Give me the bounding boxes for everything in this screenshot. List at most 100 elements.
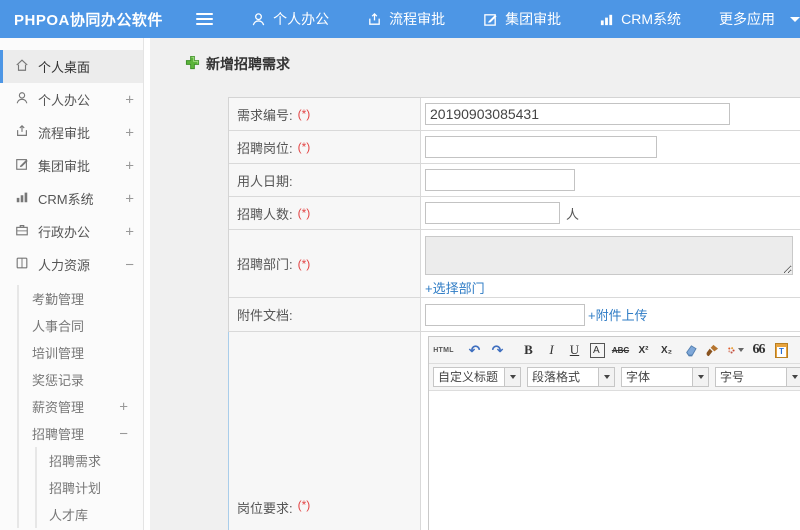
demand-code-input[interactable]: [425, 103, 730, 125]
caret-down-icon[interactable]: [692, 368, 708, 386]
sidebar-item-label: 个人桌面: [38, 60, 91, 75]
upload-attachment-link[interactable]: +附件上传: [588, 305, 648, 324]
nav-more-apps[interactable]: 更多应用: [719, 9, 800, 29]
sidebar-item-talent-pool[interactable]: 人才库: [37, 501, 150, 528]
collapse-toggle[interactable]: −: [119, 425, 128, 442]
paragraph-format-select[interactable]: 段落格式: [527, 367, 615, 387]
edit-icon: [483, 12, 498, 27]
editor-toolbar-row1: HTML ↶ ↷ B I U A ABC X² X₂ 66 T: [429, 337, 800, 364]
sidebar-item-hr[interactable]: 人力资源 −: [0, 248, 150, 281]
department-textarea[interactable]: [425, 236, 793, 275]
sidebar-item-hr-contract[interactable]: 人事合同: [19, 312, 150, 339]
sidebar-item-recruit-plan[interactable]: 招聘计划: [37, 474, 150, 501]
sidebar-item-personal-desktop[interactable]: 个人桌面: [0, 50, 150, 83]
top-navbar: PHPOA协同办公软件 个人办公 流程审批 集团审批 CRM系统 更多应用: [0, 0, 800, 38]
form-row-department: 招聘部门: (*) +选择部门: [229, 230, 800, 298]
select-department-link[interactable]: +选择部门: [425, 278, 485, 297]
undo-icon[interactable]: ↶: [464, 340, 485, 361]
form-row-headcount: 招聘人数: (*) 人: [229, 197, 800, 230]
required-mark: (*): [297, 498, 311, 512]
sidebar-item-workflow-approval[interactable]: 流程审批 +: [0, 116, 150, 149]
field-label: 岗位要求:: [237, 501, 293, 516]
bar-chart-icon: [15, 190, 29, 207]
sidebar-item-label: 人事合同: [32, 319, 85, 334]
required-mark: (*): [297, 206, 311, 220]
field-label: 用人日期:: [237, 173, 293, 189]
sidebar-item-label: 集团审批: [38, 159, 91, 174]
sidebar-item-training[interactable]: 培训管理: [19, 339, 150, 366]
expand-toggle[interactable]: +: [125, 157, 134, 174]
expand-toggle[interactable]: +: [125, 124, 134, 141]
expand-toggle[interactable]: +: [125, 91, 134, 108]
hire-date-input[interactable]: [425, 169, 575, 191]
nav-personal-office[interactable]: 个人办公: [251, 9, 329, 29]
caret-down-icon[interactable]: [504, 368, 520, 386]
eraser-icon[interactable]: [679, 340, 700, 361]
blockquote-button[interactable]: 66: [748, 340, 769, 361]
font-family-select[interactable]: 字体: [621, 367, 709, 387]
edit-icon: [15, 157, 29, 174]
sidebar-scrollbar[interactable]: [143, 38, 150, 530]
headcount-input[interactable]: [425, 202, 560, 224]
page-title-text: 新增招聘需求: [206, 56, 290, 72]
strikethrough-button[interactable]: ABC: [610, 340, 631, 361]
nav-crm[interactable]: CRM系统: [599, 9, 681, 29]
field-label: 需求编号:: [237, 107, 293, 123]
sidebar-item-personal-office[interactable]: 个人办公 +: [0, 83, 150, 116]
hamburger-icon[interactable]: [196, 13, 214, 25]
sidebar-item-recruit-mgmt[interactable]: 招聘管理 −: [19, 420, 150, 447]
recruit-demand-form: 需求编号: (*) 招聘岗位: (*) 用人日期:: [228, 97, 800, 530]
home-icon: [15, 58, 29, 75]
hr-submenu: 考勤管理 人事合同 培训管理 奖惩记录 薪资管理 + 招聘管理 − 招聘需求 招…: [17, 285, 150, 528]
form-row-demand-code: 需求编号: (*): [229, 98, 800, 131]
attachment-input[interactable]: [425, 303, 585, 326]
user-icon: [15, 91, 29, 108]
position-input[interactable]: [425, 136, 657, 158]
field-label: 招聘人数:: [237, 206, 293, 222]
sidebar-item-label: 薪资管理: [32, 400, 85, 415]
hr-book-icon: [15, 256, 29, 273]
sidebar-item-label: 考勤管理: [32, 292, 85, 307]
nav-item-label: 流程审批: [389, 11, 446, 27]
required-mark: (*): [297, 256, 311, 271]
sidebar-item-admin-office[interactable]: 行政办公 +: [0, 215, 150, 248]
sidebar: 个人桌面 个人办公 + 流程审批 + 集团审批 + CRM系统 + 行政办公 +…: [0, 38, 150, 530]
required-mark: (*): [297, 140, 311, 154]
nav-workflow-approval[interactable]: 流程审批: [367, 9, 445, 29]
bar-chart-icon: [599, 12, 614, 27]
field-label: 附件文档:: [237, 308, 293, 323]
color-palette-icon[interactable]: [725, 340, 746, 361]
expand-toggle[interactable]: +: [125, 190, 134, 207]
expand-toggle[interactable]: +: [119, 398, 128, 415]
expand-toggle[interactable]: +: [125, 223, 134, 240]
collapse-toggle[interactable]: −: [125, 256, 134, 273]
sidebar-item-attendance[interactable]: 考勤管理: [19, 285, 150, 312]
sidebar-item-recruit-demand[interactable]: 招聘需求: [37, 447, 150, 474]
nav-item-label: CRM系统: [621, 11, 681, 27]
user-icon: [251, 12, 266, 27]
italic-button[interactable]: I: [541, 340, 562, 361]
nav-group-approval[interactable]: 集团审批: [483, 9, 561, 29]
sidebar-item-crm[interactable]: CRM系统 +: [0, 182, 150, 215]
sidebar-item-reward-punish[interactable]: 奖惩记录: [19, 366, 150, 393]
format-a-button[interactable]: A: [590, 342, 605, 358]
sidebar-item-label: 人才库: [49, 508, 89, 523]
briefcase-icon: [15, 223, 29, 240]
html-source-button[interactable]: HTML: [433, 340, 454, 361]
paste-icon[interactable]: T: [771, 340, 792, 361]
sidebar-item-group-approval[interactable]: 集团审批 +: [0, 149, 150, 182]
custom-heading-select[interactable]: 自定义标题: [433, 367, 521, 387]
format-brush-icon[interactable]: [702, 340, 723, 361]
subscript-button[interactable]: X₂: [656, 340, 677, 361]
bold-button[interactable]: B: [518, 340, 539, 361]
underline-button[interactable]: U: [564, 340, 585, 361]
font-size-select[interactable]: 字号: [715, 367, 800, 387]
superscript-button[interactable]: X²: [633, 340, 654, 361]
sidebar-item-label: 行政办公: [38, 225, 91, 240]
caret-down-icon[interactable]: [598, 368, 614, 386]
sidebar-item-salary[interactable]: 薪资管理 +: [19, 393, 150, 420]
editor-content-area[interactable]: [429, 391, 800, 530]
redo-icon[interactable]: ↷: [487, 340, 508, 361]
sidebar-item-label: 奖惩记录: [32, 373, 85, 388]
caret-down-icon[interactable]: [786, 368, 800, 386]
